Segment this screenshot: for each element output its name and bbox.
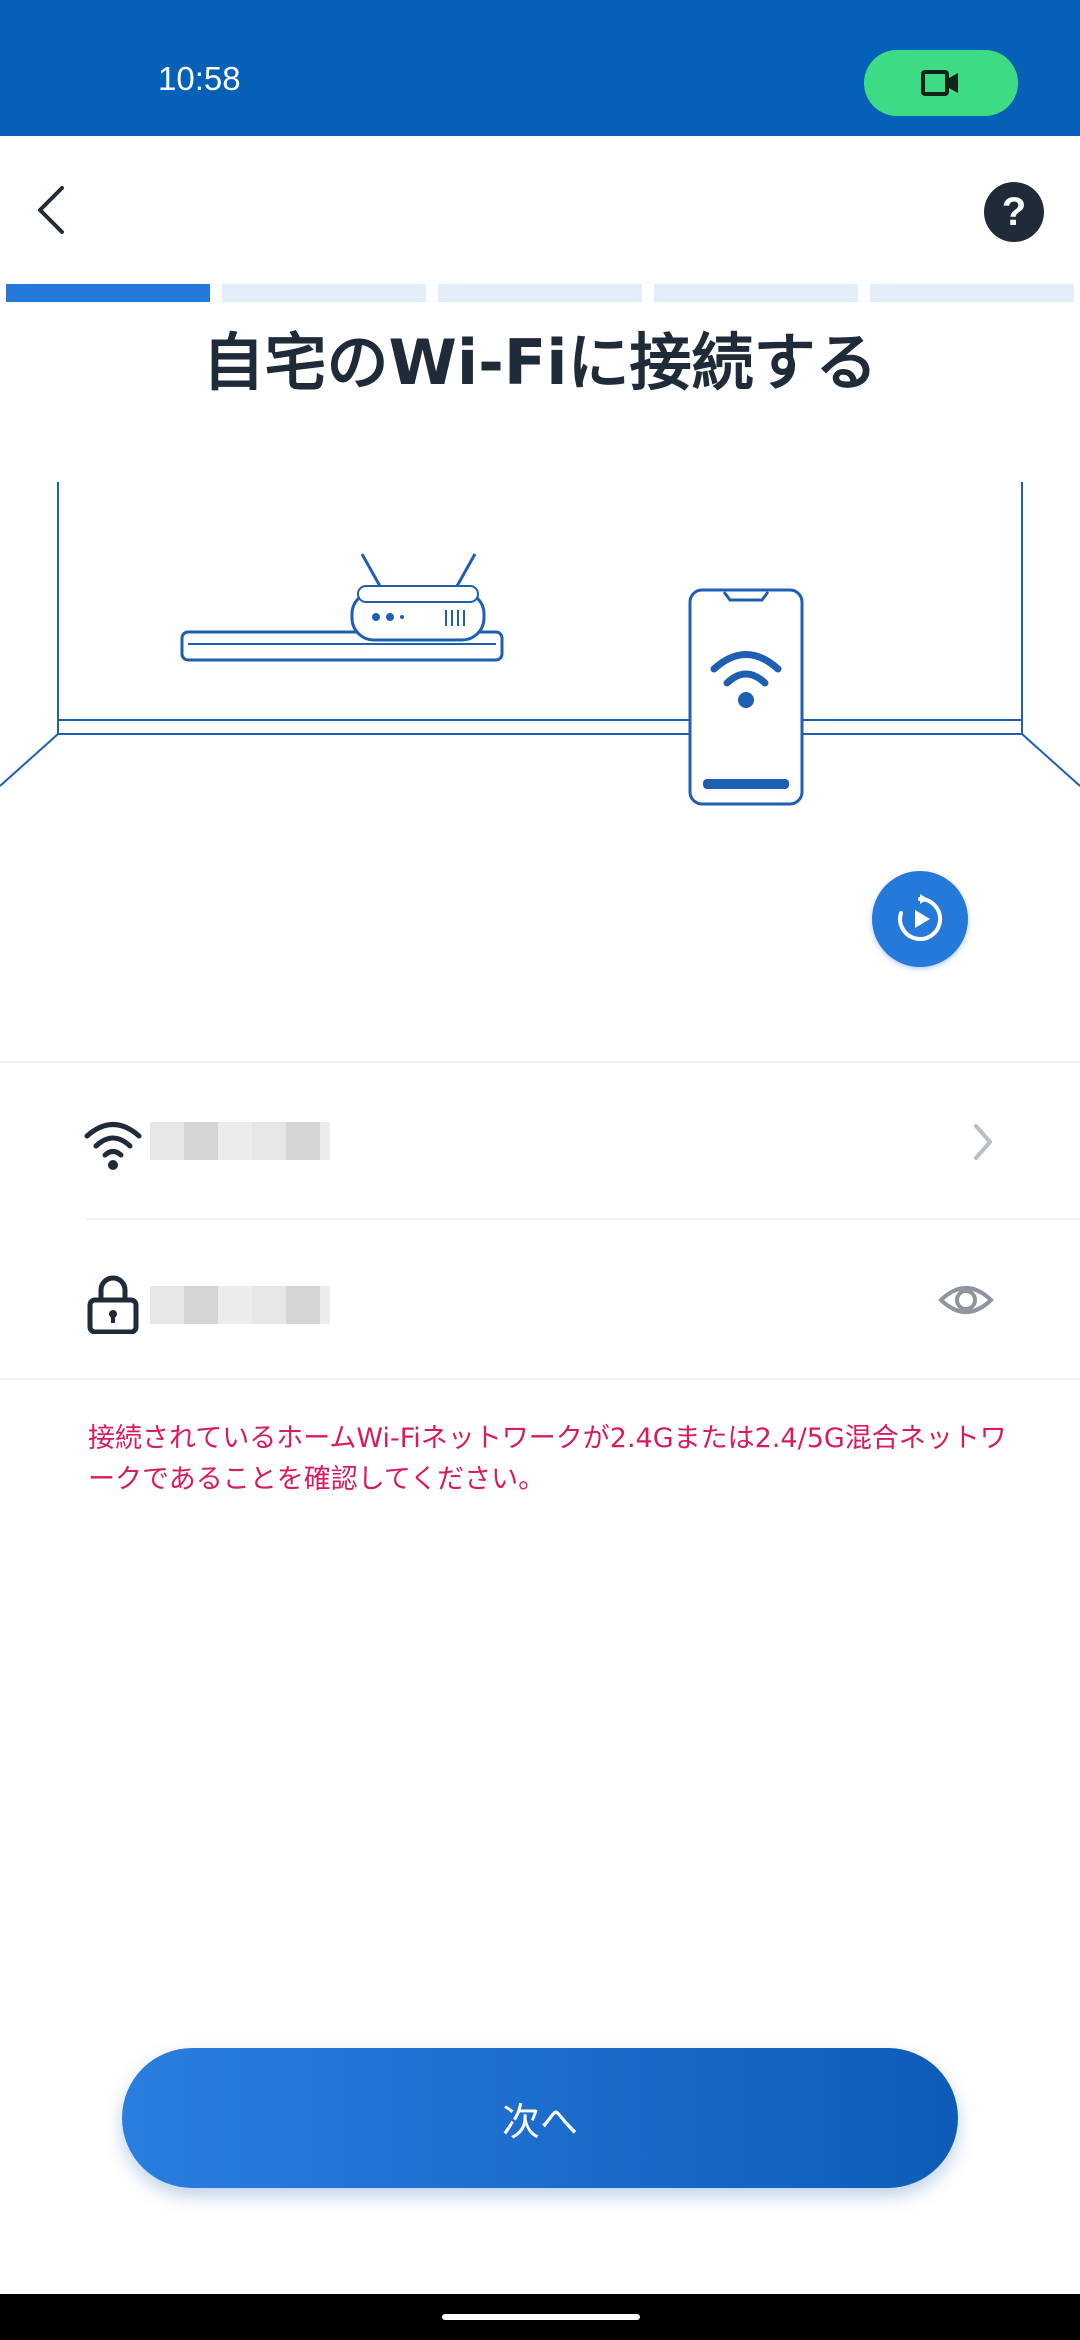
progress-step [222, 284, 426, 302]
next-button[interactable]: 次へ [122, 2048, 958, 2188]
ssid-redacted [150, 1122, 330, 1160]
lock-icon [87, 1275, 139, 1334]
wifi-icon [84, 1122, 142, 1170]
status-bar: 10:58 [0, 0, 1080, 136]
wifi-password-row[interactable] [0, 1220, 1080, 1376]
chevron-left-icon [38, 186, 64, 234]
system-navigation-bar [0, 2294, 1080, 2340]
network-band-warning: 接続されているホームWi-Fiネットワークが2.4Gまたは2.4/5G混合ネット… [88, 1423, 1007, 1495]
page-title: 自宅のWi-Fiに接続する [202, 326, 878, 399]
help-button[interactable]: ? [984, 182, 1044, 242]
replay-animation-button[interactable] [872, 871, 968, 967]
app-bar: ? [0, 136, 1080, 286]
progress-step [438, 284, 642, 302]
section-divider [0, 1061, 1080, 1063]
home-gesture-handle[interactable] [442, 2314, 640, 2320]
section-divider [0, 1378, 1080, 1380]
wifi-network-row[interactable] [0, 1064, 1080, 1220]
password-redacted [150, 1286, 330, 1324]
ongoing-call-pill[interactable] [864, 50, 1018, 116]
replay-icon [898, 894, 943, 941]
eye-icon[interactable] [938, 1276, 994, 1324]
router-and-phone-illustration [0, 470, 1080, 850]
video-camera-icon [921, 70, 958, 96]
progress-step [6, 284, 210, 302]
progress-step [654, 284, 858, 302]
chevron-right-icon [974, 1124, 992, 1160]
back-button[interactable] [18, 174, 82, 246]
progress-step [870, 284, 1074, 302]
status-time: 10:58 [158, 60, 241, 97]
step-progress [0, 284, 1080, 302]
